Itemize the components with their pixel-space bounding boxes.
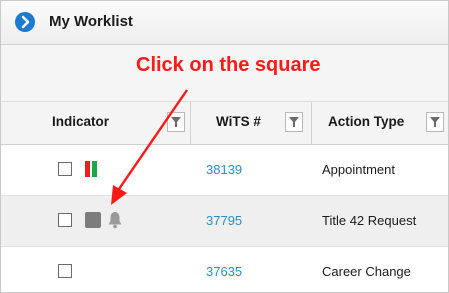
column-label: Indicator [52, 114, 110, 129]
worklist-panel: My Worklist Indicator WiTS # Action Type… [0, 0, 449, 293]
wits-number-link[interactable]: 38139 [206, 162, 242, 177]
gray-square-icon[interactable] [85, 212, 101, 228]
filter-icon[interactable] [426, 112, 444, 132]
wits-number-link[interactable]: 37635 [206, 264, 242, 279]
row-checkbox[interactable] [58, 162, 72, 176]
row-checkbox[interactable] [58, 264, 72, 278]
column-label: WiTS # [216, 114, 261, 129]
table-row: 38139 Appointment [1, 145, 448, 196]
table-row: 37795 Title 42 Request [1, 196, 448, 247]
table-header: Indicator WiTS # Action Type [1, 102, 448, 145]
instruction-callout: Click on the square [136, 54, 321, 76]
filter-icon[interactable] [167, 112, 185, 132]
column-label: Action Type [328, 114, 405, 129]
table-row: 37635 Career Change [1, 247, 448, 292]
bell-icon[interactable] [107, 211, 123, 234]
wits-number-link[interactable]: 37795 [206, 213, 242, 228]
column-header-action-type[interactable]: Action Type [312, 102, 448, 144]
column-header-wits[interactable]: WiTS # [191, 102, 312, 144]
panel-title-bar: My Worklist [1, 1, 448, 45]
status-bar-red [85, 161, 90, 177]
status-bar-green [92, 161, 97, 177]
action-type: Appointment [322, 162, 395, 177]
chevron-right-circle-icon[interactable] [15, 12, 35, 32]
row-checkbox[interactable] [58, 213, 72, 227]
action-type: Title 42 Request [322, 213, 417, 228]
action-type: Career Change [322, 264, 411, 279]
column-header-indicator[interactable]: Indicator [1, 102, 191, 144]
panel-title: My Worklist [49, 13, 133, 30]
filter-icon[interactable] [285, 112, 303, 132]
